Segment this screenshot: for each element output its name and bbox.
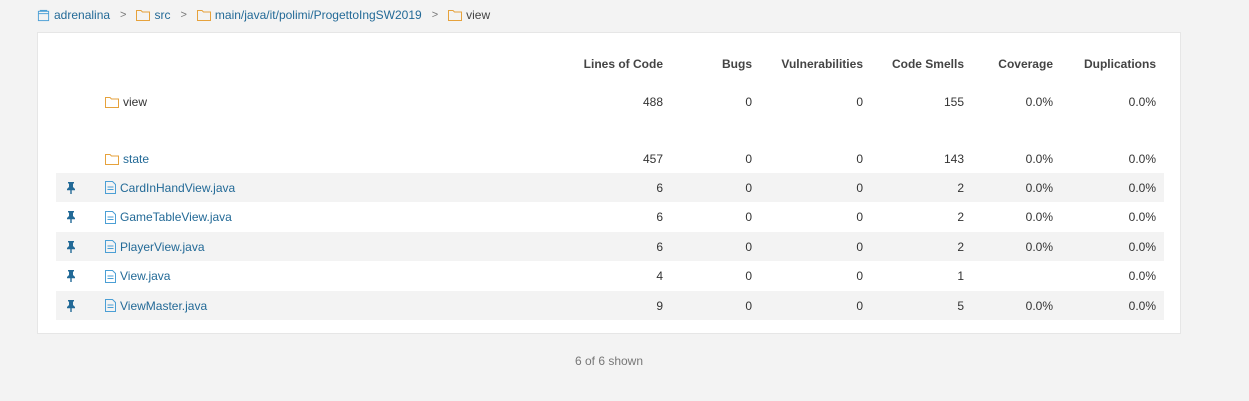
component-measures-table: Lines of Code Bugs Vulnerabilities Code … — [37, 32, 1181, 334]
component-link[interactable]: PlayerView.java — [120, 240, 205, 254]
breadcrumb-project-label: adrenalina — [54, 8, 111, 22]
coverage-value: 0.0% — [1025, 298, 1053, 313]
file-icon — [105, 210, 116, 224]
component-name: CardInHandView.java — [105, 173, 235, 202]
bugs-value: 0 — [745, 210, 752, 224]
coverage-value: 0.0% — [1025, 239, 1053, 254]
bugs-value: 0 — [745, 298, 752, 313]
code-smells-value: 2 — [957, 180, 964, 195]
file-icon — [105, 240, 116, 253]
folder-icon — [136, 10, 151, 21]
breadcrumb-separator: > — [120, 9, 127, 21]
table-row[interactable]: View.java 4 0 0 1 0.0% — [56, 261, 1164, 291]
breadcrumb-project[interactable]: adrenalina — [37, 8, 110, 22]
pin-icon[interactable] — [65, 202, 77, 232]
duplications-value: 0.0% — [1128, 269, 1156, 283]
vulnerabilities-value: 0 — [856, 298, 863, 313]
folder-icon — [105, 96, 119, 108]
pin-icon[interactable] — [65, 291, 77, 320]
code-smells-value: 143 — [943, 152, 964, 166]
duplications-value: 0.0% — [1128, 95, 1156, 109]
column-header-code-smells[interactable]: Code Smells — [892, 51, 964, 77]
code-smells-value: 2 — [957, 210, 964, 224]
vulnerabilities-value: 0 — [856, 95, 863, 109]
breadcrumb-src-label: src — [154, 8, 171, 22]
lines-of-code-value: 6 — [656, 210, 663, 224]
pin-icon[interactable] — [65, 232, 77, 261]
component-name: View.java — [105, 261, 170, 291]
breadcrumb-package[interactable]: main/java/it/polimi/ProgettoIngSW2019 — [196, 8, 422, 22]
component-name-label: view — [123, 95, 148, 109]
column-header-duplications[interactable]: Duplications — [1084, 51, 1156, 77]
folder-icon — [448, 10, 463, 21]
table-row[interactable]: CardInHandView.java 6 0 0 2 0.0% 0.0% — [56, 173, 1164, 202]
breadcrumb-package-label: main/java/it/polimi/ProgettoIngSW2019 — [214, 8, 422, 22]
component-link[interactable]: state — [123, 152, 149, 166]
code-smells-value: 5 — [957, 298, 964, 313]
lines-of-code-value: 9 — [656, 298, 663, 313]
column-header-coverage[interactable]: Coverage — [998, 51, 1053, 77]
lines-of-code-value: 4 — [656, 269, 663, 283]
duplications-value: 0.0% — [1128, 152, 1156, 166]
file-icon — [105, 299, 116, 312]
breadcrumb-current: view — [448, 8, 490, 22]
component-link[interactable]: ViewMaster.java — [120, 299, 207, 313]
file-icon — [105, 181, 116, 194]
coverage-value: 0.0% — [1025, 210, 1053, 224]
breadcrumb-separator: > — [180, 9, 187, 21]
vulnerabilities-value: 0 — [856, 210, 863, 224]
column-header-lines-of-code[interactable]: Lines of Code — [584, 51, 663, 77]
lines-of-code-value: 488 — [642, 95, 663, 109]
breadcrumb-current-label: view — [466, 8, 491, 22]
table-row[interactable]: PlayerView.java 6 0 0 2 0.0% 0.0% — [56, 232, 1164, 261]
component-name: GameTableView.java — [105, 202, 232, 232]
coverage-value: 0.0% — [1025, 180, 1053, 195]
table-row[interactable]: ViewMaster.java 9 0 0 5 0.0% 0.0% — [56, 291, 1164, 320]
table-row[interactable]: state 457 0 0 143 0.0% 0.0% — [56, 145, 1164, 173]
component-name: PlayerView.java — [105, 232, 205, 261]
component-name: view — [105, 88, 147, 116]
file-icon — [105, 269, 116, 283]
component-name: state — [105, 145, 149, 173]
vulnerabilities-value: 0 — [856, 152, 863, 166]
bugs-value: 0 — [745, 95, 752, 109]
project-icon — [37, 9, 50, 21]
pin-icon[interactable] — [65, 261, 77, 291]
lines-of-code-value: 6 — [656, 239, 663, 254]
folder-icon — [105, 153, 119, 165]
duplications-value: 0.0% — [1128, 210, 1156, 224]
pin-icon[interactable] — [65, 173, 77, 202]
breadcrumb-separator: > — [431, 9, 439, 21]
breadcrumb: adrenalina > src > main/java/it/polimi/P… — [37, 7, 490, 23]
vulnerabilities-value: 0 — [856, 239, 863, 254]
component-link[interactable]: GameTableView.java — [120, 210, 232, 224]
component-name: ViewMaster.java — [105, 291, 207, 320]
code-smells-value: 155 — [943, 95, 964, 109]
column-header-vulnerabilities[interactable]: Vulnerabilities — [781, 51, 863, 77]
folder-icon — [196, 10, 211, 21]
bugs-value: 0 — [745, 239, 752, 254]
breadcrumb-src[interactable]: src — [136, 8, 170, 22]
vulnerabilities-value: 0 — [856, 269, 863, 283]
lines-of-code-value: 457 — [642, 152, 663, 166]
table-header: Lines of Code Bugs Vulnerabilities Code … — [56, 51, 1164, 77]
lines-of-code-value: 6 — [656, 180, 663, 195]
duplications-value: 0.0% — [1128, 180, 1156, 195]
base-component-row: view 488 0 0 155 0.0% 0.0% — [56, 88, 1164, 116]
bugs-value: 0 — [745, 180, 752, 195]
column-header-bugs[interactable]: Bugs — [722, 51, 752, 77]
duplications-value: 0.0% — [1128, 298, 1156, 313]
coverage-value: 0.0% — [1025, 95, 1053, 109]
code-smells-value: 1 — [957, 269, 964, 283]
component-link[interactable]: View.java — [120, 269, 170, 283]
vulnerabilities-value: 0 — [856, 180, 863, 195]
duplications-value: 0.0% — [1128, 239, 1156, 254]
bugs-value: 0 — [745, 152, 752, 166]
component-link[interactable]: CardInHandView.java — [120, 181, 235, 195]
code-smells-value: 2 — [957, 239, 964, 254]
table-row[interactable]: GameTableView.java 6 0 0 2 0.0% 0.0% — [56, 202, 1164, 232]
bugs-value: 0 — [745, 269, 752, 283]
coverage-value: 0.0% — [1025, 152, 1053, 166]
shown-count: 6 of 6 shown — [574, 354, 644, 368]
